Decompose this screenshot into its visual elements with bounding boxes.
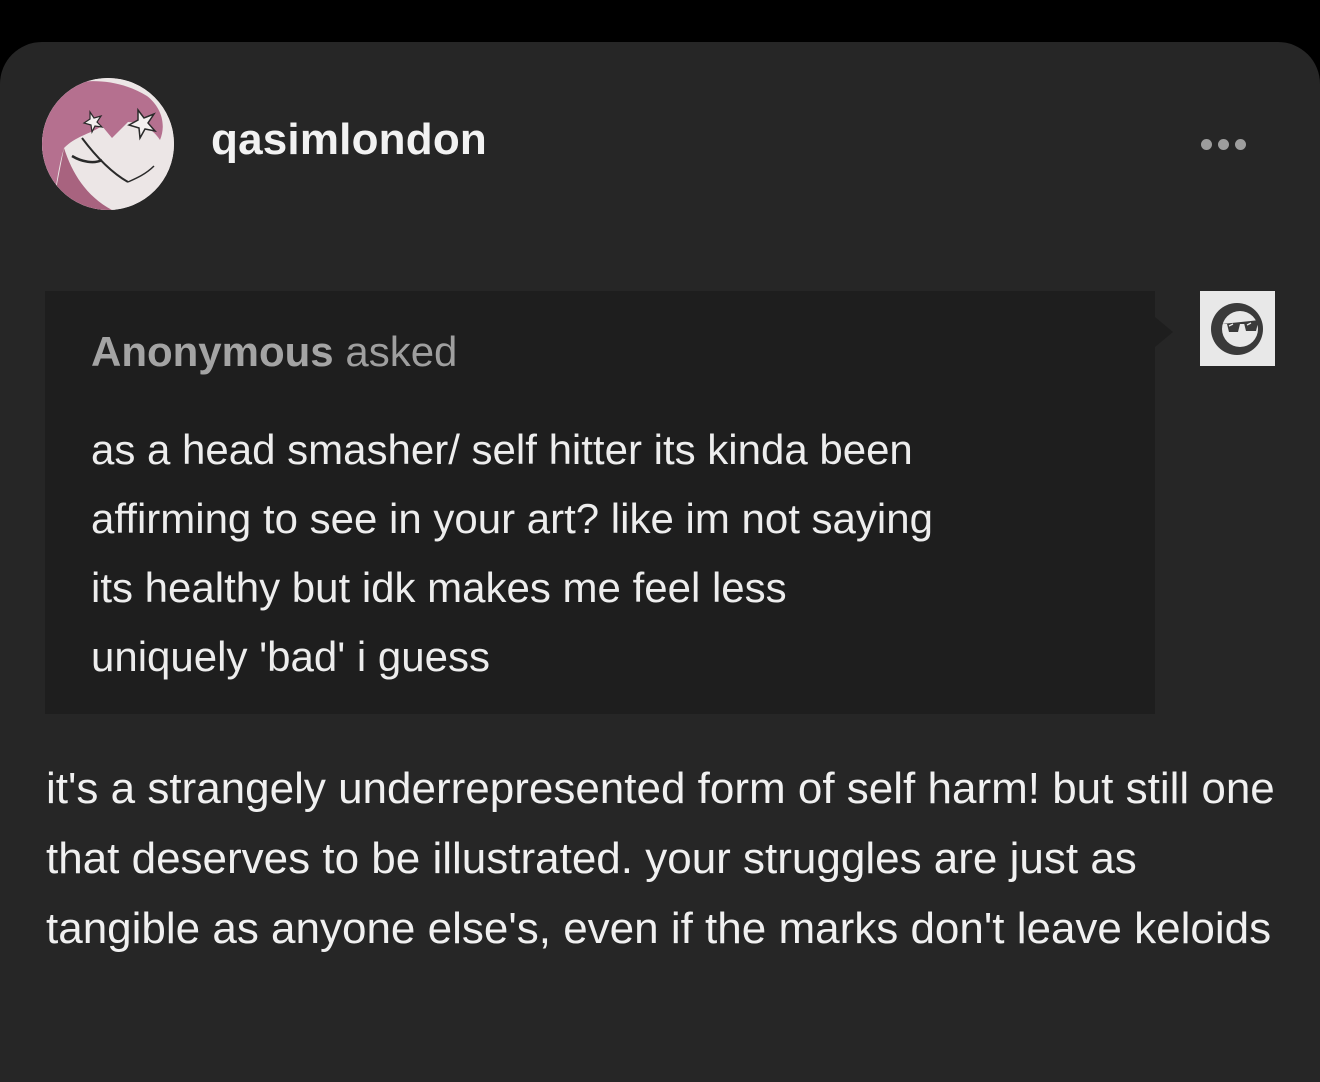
ask-question: as a head smasher/ self hitter its kinda… (91, 426, 933, 680)
sunglasses-face-icon (1211, 303, 1263, 355)
more-options-button[interactable] (1190, 130, 1256, 158)
anonymous-avatar (1200, 291, 1275, 366)
ellipsis-icon (1200, 138, 1212, 150)
asker-line: Anonymous asked (91, 327, 457, 377)
post-username[interactable]: qasimlondon (211, 118, 487, 162)
avatar[interactable] (42, 78, 174, 210)
asker-name: Anonymous (91, 328, 334, 375)
ellipsis-icon (1217, 138, 1229, 150)
ask-bubble-pointer (1155, 317, 1173, 347)
anime-character-avatar-icon (42, 78, 174, 210)
post-card: qasimlondon Anonymous asked as a head sm… (0, 42, 1320, 1082)
asker-verb: asked (345, 328, 458, 375)
ellipsis-icon (1234, 138, 1246, 150)
answer-text: it's a strangely underrepresented form o… (46, 764, 1275, 953)
ask-bubble: Anonymous asked as a head smasher/ self … (45, 291, 1155, 714)
